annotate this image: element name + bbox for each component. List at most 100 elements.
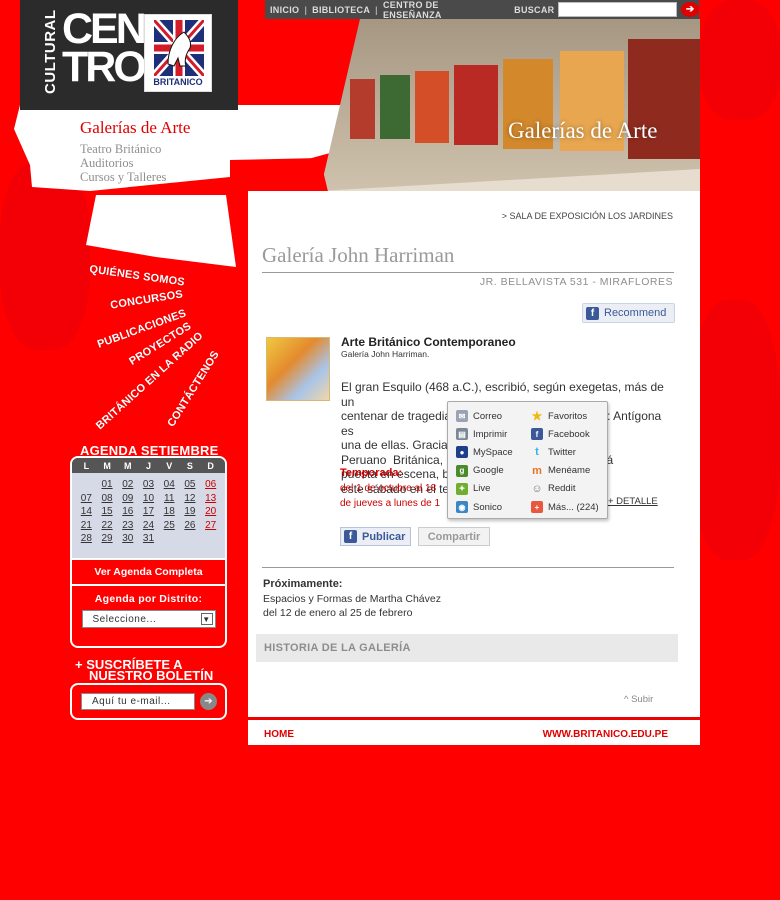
full-agenda-link[interactable]: Ver Agenda Completa bbox=[72, 558, 225, 586]
bg-texture bbox=[700, 0, 780, 120]
header-gallery-title: Galerías de Arte bbox=[508, 118, 658, 143]
share-more[interactable]: + Más... (224) bbox=[531, 498, 616, 516]
share-label: Twitter bbox=[548, 446, 576, 458]
share-label: Menéame bbox=[548, 465, 591, 477]
share-google[interactable]: g Google bbox=[456, 462, 531, 480]
back-to-top-link[interactable]: ^ Subir bbox=[624, 694, 653, 705]
calendar-day[interactable]: 15 bbox=[97, 506, 118, 520]
submenu-item-cursos[interactable]: Cursos y Talleres bbox=[80, 170, 190, 184]
top-nav: INICIO | BIBLIOTECA | CENTRO DE ENSEÑANZA … bbox=[265, 0, 699, 20]
calendar-day[interactable]: 24 bbox=[138, 520, 159, 534]
search-go-button[interactable]: ➔ bbox=[681, 2, 699, 17]
calendar-day[interactable]: 03 bbox=[138, 479, 159, 493]
calendar-day[interactable]: 19 bbox=[180, 506, 201, 520]
share-facebook[interactable]: f Facebook bbox=[531, 425, 616, 443]
share-live[interactable]: ✦ Live bbox=[456, 480, 531, 498]
season-label: Temporada: bbox=[340, 467, 403, 479]
subscribe-title: + SUSCRÍBETE A NUESTRO BOLETÍN bbox=[75, 658, 214, 683]
share-label: Imprimir bbox=[473, 428, 508, 440]
calendar-day[interactable]: 21 bbox=[76, 520, 97, 534]
calendar-day[interactable]: 06 bbox=[200, 479, 221, 493]
calendar-days: 01 02 03 04 05 06 07 08 09 10 11 12 13 1… bbox=[72, 473, 225, 558]
left-menu-quienes-somos[interactable]: QUIÉNES SOMOS bbox=[89, 263, 186, 288]
calendar-day[interactable]: 18 bbox=[159, 506, 180, 520]
upcoming-dates: del 12 de enero al 25 de febrero bbox=[263, 607, 413, 619]
article-thumbnail bbox=[266, 337, 330, 401]
calendar-day[interactable]: 28 bbox=[76, 533, 97, 547]
share-label: Correo bbox=[473, 410, 503, 422]
publish-label: Publicar bbox=[362, 530, 406, 543]
nav-centro-ensenanza[interactable]: CENTRO DE ENSEÑANZA bbox=[378, 0, 502, 20]
weekday-label: V bbox=[166, 460, 173, 471]
email-field[interactable]: Aquí tu e-mail... bbox=[81, 693, 195, 710]
footer-home-link[interactable]: HOME bbox=[264, 729, 294, 740]
facebook-recommend-button[interactable]: f Recommend bbox=[582, 303, 675, 323]
weekday-label: M bbox=[103, 460, 111, 471]
logo-emblem: BRITANICO bbox=[144, 14, 212, 92]
calendar-day[interactable]: 23 bbox=[117, 520, 138, 534]
share-sonico[interactable]: ◉ Sonico bbox=[456, 498, 531, 516]
weekday-label: S bbox=[186, 460, 193, 471]
calendar-day[interactable]: 11 bbox=[159, 493, 180, 507]
calendar-day[interactable]: 13 bbox=[200, 493, 221, 507]
share-reddit[interactable]: ☺ Reddit bbox=[531, 480, 616, 498]
nav-biblioteca[interactable]: BIBLIOTECA bbox=[307, 5, 375, 15]
share-imprimir[interactable]: ▤ Imprimir bbox=[456, 425, 531, 443]
history-section-bar[interactable]: HISTORIA DE LA GALERÍA bbox=[256, 634, 678, 662]
share-favoritos[interactable]: ★ Favoritos bbox=[531, 407, 616, 425]
submenu-item-auditorios[interactable]: Auditorios bbox=[80, 156, 190, 170]
calendar-day[interactable]: 30 bbox=[117, 533, 138, 547]
share-menu-popup: ✉ Correo ★ Favoritos ▤ Imprimir f Facebook ●… bbox=[447, 401, 608, 519]
calendar-day[interactable]: 29 bbox=[97, 533, 118, 547]
bg-texture bbox=[690, 300, 780, 560]
calendar-day[interactable]: 27 bbox=[200, 520, 221, 534]
submenu-item-galerias[interactable]: Galerías de Arte bbox=[80, 118, 190, 138]
calendar-day[interactable]: 31 bbox=[138, 533, 159, 547]
facebook-publish-button[interactable]: f Publicar bbox=[340, 527, 411, 546]
calendar-day[interactable]: 26 bbox=[180, 520, 201, 534]
calendar-day[interactable]: 20 bbox=[200, 506, 221, 520]
calendar-day[interactable]: 04 bbox=[159, 479, 180, 493]
share-label: MySpace bbox=[473, 446, 513, 458]
calendar-day[interactable]: 16 bbox=[117, 506, 138, 520]
section-submenu: Galerías de Arte Teatro Británico Audito… bbox=[80, 118, 190, 184]
share-correo[interactable]: ✉ Correo bbox=[456, 407, 531, 425]
reddit-icon: ☺ bbox=[531, 482, 543, 495]
logo[interactable]: CULTURAL CEN TRO BRITANICO bbox=[20, 0, 238, 110]
left-menu-concursos[interactable]: CONCURSOS bbox=[110, 288, 184, 311]
calendar-day[interactable]: 10 bbox=[138, 493, 159, 507]
submenu-item-teatro[interactable]: Teatro Británico bbox=[80, 142, 190, 156]
facebook-icon: f bbox=[586, 306, 599, 320]
calendar-day[interactable]: 07 bbox=[76, 493, 97, 507]
calendar-day[interactable]: 01 bbox=[97, 479, 118, 493]
share-myspace[interactable]: ● MySpace bbox=[456, 443, 531, 461]
calendar-day[interactable]: 17 bbox=[138, 506, 159, 520]
calendar-day[interactable]: 22 bbox=[97, 520, 118, 534]
share-meneame[interactable]: m Menéame bbox=[531, 462, 616, 480]
search-input[interactable] bbox=[558, 2, 678, 17]
share-button[interactable]: Compartir bbox=[418, 527, 490, 546]
district-select[interactable]: Seleccione... ▼ bbox=[81, 610, 216, 628]
footer-site-link[interactable]: WWW.BRITANICO.EDU.PE bbox=[543, 729, 668, 740]
calendar-day[interactable]: 12 bbox=[180, 493, 201, 507]
logo-centro-line2: TRO bbox=[62, 43, 147, 91]
nav-inicio[interactable]: INICIO bbox=[265, 5, 304, 15]
mail-icon: ✉ bbox=[456, 410, 468, 423]
arrow-right-icon: ➔ bbox=[685, 4, 695, 15]
arrow-right-icon: ➔ bbox=[204, 696, 213, 707]
district-label: Agenda por Distrito: bbox=[94, 593, 203, 605]
share-label: Google bbox=[473, 465, 504, 477]
subscribe-submit-button[interactable]: ➔ bbox=[200, 693, 217, 710]
printer-icon: ▤ bbox=[456, 428, 468, 441]
calendar-day[interactable]: 02 bbox=[117, 479, 138, 493]
calendar-day[interactable]: 05 bbox=[180, 479, 201, 493]
live-icon: ✦ bbox=[456, 482, 468, 495]
subscribe-title-line2: NUESTRO BOLETÍN bbox=[89, 668, 214, 683]
calendar-day[interactable]: 09 bbox=[117, 493, 138, 507]
share-twitter[interactable]: t Twitter bbox=[531, 443, 616, 461]
calendar-day[interactable]: 08 bbox=[97, 493, 118, 507]
calendar-day[interactable]: 25 bbox=[159, 520, 180, 534]
weekday-label: M bbox=[124, 460, 132, 471]
breadcrumb[interactable]: > SALA DE EXPOSICIÓN LOS JARDINES bbox=[502, 211, 673, 221]
calendar-day[interactable]: 14 bbox=[76, 506, 97, 520]
